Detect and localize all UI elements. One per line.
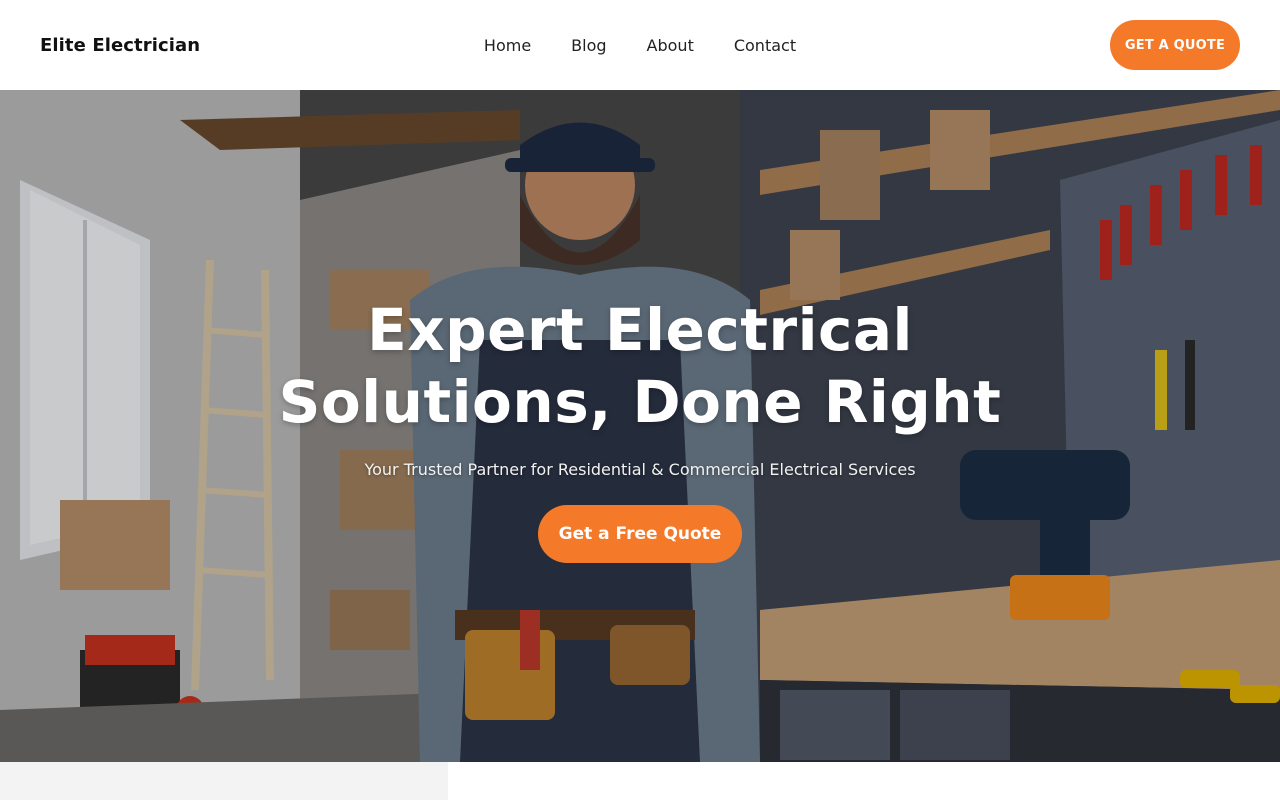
hero-title-line-2: Solutions, Done Right	[278, 368, 1002, 436]
hero-subtitle: Your Trusted Partner for Residential & C…	[364, 460, 916, 479]
hero-section: Expert Electrical Solutions, Done Right …	[0, 90, 1280, 762]
nav-contact[interactable]: Contact	[734, 36, 796, 55]
nav-blog[interactable]: Blog	[571, 36, 606, 55]
brand-logo[interactable]: Elite Electrician	[40, 35, 240, 56]
get-free-quote-button[interactable]: Get a Free Quote	[538, 505, 742, 563]
site-header: Elite Electrician Home Blog About Contac…	[0, 0, 1280, 90]
hero-content: Expert Electrical Solutions, Done Right …	[0, 90, 1280, 762]
bottom-section-left	[0, 762, 448, 800]
bottom-section-right	[448, 762, 1280, 800]
hero-title-line-1: Expert Electrical	[367, 296, 913, 364]
hero-title: Expert Electrical Solutions, Done Right	[260, 294, 1020, 438]
nav-links: Home Blog About Contact	[484, 36, 796, 55]
nav-home[interactable]: Home	[484, 36, 531, 55]
nav-about[interactable]: About	[647, 36, 694, 55]
get-a-quote-button[interactable]: GET A QUOTE	[1110, 20, 1240, 70]
